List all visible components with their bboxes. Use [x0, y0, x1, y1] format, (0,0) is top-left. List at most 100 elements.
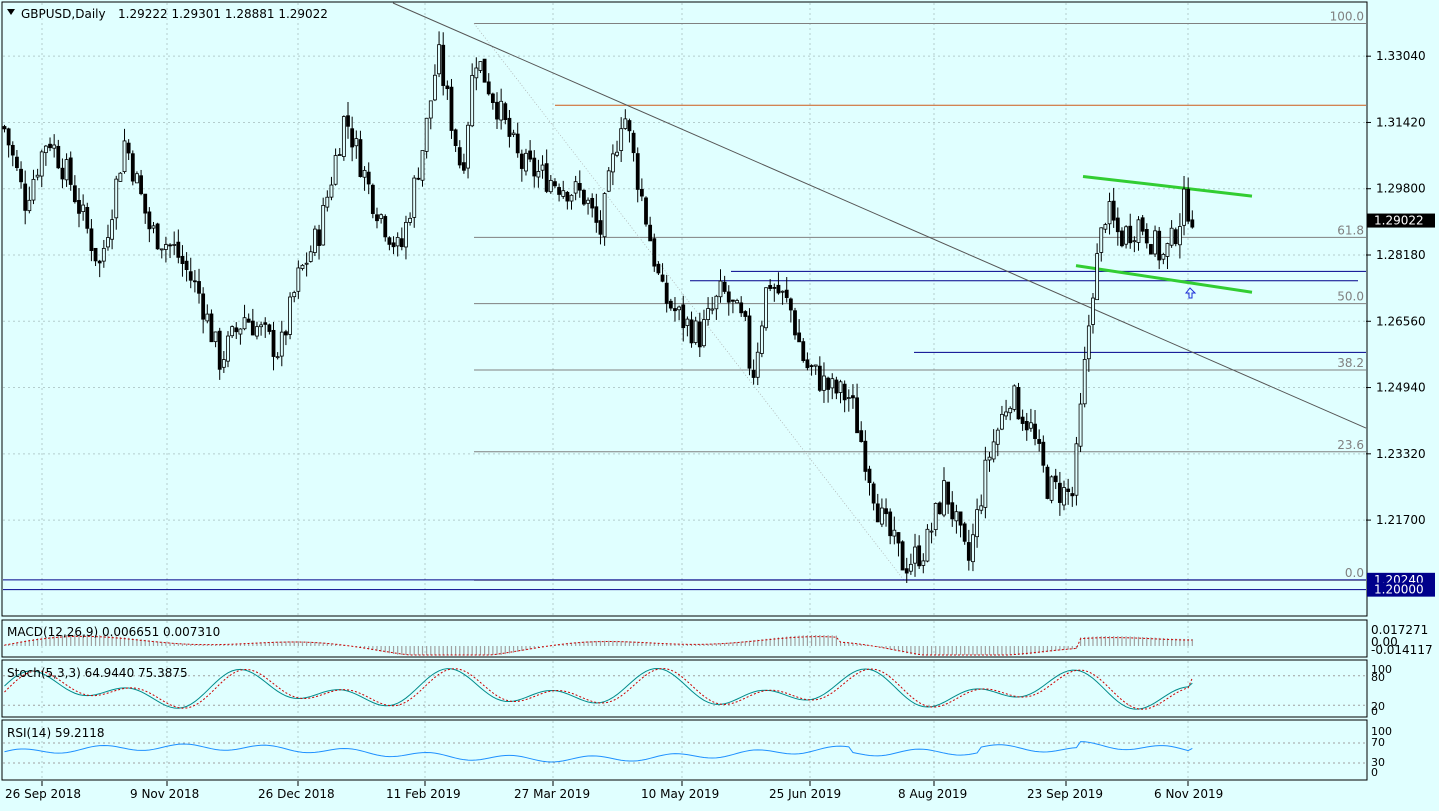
candle-body	[461, 162, 466, 171]
candle-body	[925, 528, 930, 562]
candle-body	[139, 175, 143, 195]
candle-body	[48, 143, 52, 149]
candle-body	[793, 310, 797, 336]
candle-body	[900, 541, 905, 571]
chart-menu-dropdown-icon[interactable]	[7, 9, 15, 15]
candle-body	[644, 197, 648, 225]
indicators	[3, 634, 1366, 764]
candle-body	[391, 242, 396, 248]
candle-body	[221, 359, 226, 368]
candle-body	[387, 237, 392, 245]
stoch-tick-label: 0	[1371, 705, 1378, 718]
candle-body	[441, 44, 446, 86]
candle-body	[10, 144, 15, 156]
candle-body	[288, 296, 292, 335]
candle-body	[532, 157, 537, 177]
chart-window[interactable]: 100.0 61.8 50.0 38.2 23.6 0.0 1.33040 1.31420 1…	[0, 0, 1439, 807]
candle-body	[731, 299, 735, 302]
candle-body	[1169, 227, 1174, 246]
candle-body	[428, 100, 433, 119]
candle-body	[615, 151, 619, 156]
candle-body	[971, 534, 975, 563]
candle-body	[697, 321, 702, 348]
candle-body	[445, 85, 450, 90]
candle-body	[39, 151, 44, 177]
candle-body	[1029, 422, 1033, 429]
fibonacci-levels: 100.0 61.8 50.0 38.2 23.6 0.0	[473, 9, 1366, 581]
chart-canvas[interactable]: 100.0 61.8 50.0 38.2 23.6 0.0 1.33040 1.31420 1…	[0, 0, 1439, 807]
candle-body	[1033, 423, 1037, 439]
candle-body	[300, 264, 305, 269]
candle-body	[217, 330, 222, 370]
candle-body	[714, 295, 719, 310]
y-axis-tick-label: 1.31420	[1376, 115, 1426, 129]
candle-body	[983, 459, 988, 508]
x-axis-date-label: 23 Sep 2019	[1027, 787, 1103, 801]
candle-body	[904, 568, 909, 574]
candle-body	[764, 287, 768, 329]
candle-body	[776, 284, 781, 294]
candle-body	[19, 168, 23, 183]
candle-body	[482, 58, 487, 83]
candle-body	[826, 377, 831, 390]
candle-body	[892, 529, 897, 537]
candle-body	[606, 170, 611, 192]
candle-body	[788, 298, 793, 311]
candle-body	[590, 197, 595, 209]
x-axis-date-label: 27 Mar 2019	[514, 787, 590, 801]
candle-body	[557, 187, 561, 195]
candle-body	[1165, 243, 1170, 257]
candle-body	[702, 319, 706, 347]
candle-body	[1120, 230, 1124, 247]
candle-body	[677, 306, 682, 311]
y-axis-tick-label: 1.33040	[1376, 49, 1426, 63]
candle-body	[685, 318, 690, 326]
candle-body	[1190, 219, 1195, 228]
candle-body	[296, 267, 301, 292]
candle-body	[172, 244, 177, 246]
y-axis-tick-label: 1.28180	[1376, 248, 1426, 262]
candle-body	[490, 93, 495, 104]
candle-body	[908, 563, 913, 572]
candle-body	[726, 291, 731, 303]
candle-body	[871, 483, 876, 504]
candle-body	[1016, 387, 1021, 420]
candle-body	[768, 285, 773, 289]
candle-body	[1149, 244, 1153, 255]
stoch-panel[interactable]	[1, 659, 1368, 718]
rsi-panel[interactable]	[1, 719, 1368, 781]
candle-body	[652, 238, 657, 267]
x-axis-date-label: 10 May 2019	[641, 787, 719, 801]
candle-body	[176, 241, 181, 258]
candle-body	[1037, 439, 1042, 444]
candle-body	[470, 75, 475, 127]
candle-body	[375, 214, 379, 222]
candle-body	[859, 430, 864, 443]
channel-upper-line	[1082, 174, 1253, 198]
candle-body	[635, 153, 640, 190]
candle-body	[995, 429, 1000, 445]
candle-body	[1115, 217, 1120, 233]
candle-body	[143, 193, 148, 214]
candle-body	[664, 282, 669, 304]
horizontal-levels	[3, 104, 1366, 591]
candle-body	[855, 397, 859, 434]
candle-body	[457, 147, 462, 166]
x-axis-date-label: 26 Sep 2018	[5, 787, 81, 801]
candle-body	[1157, 230, 1162, 261]
candle-body	[230, 326, 235, 337]
candle-body	[321, 205, 326, 246]
candle-body	[797, 332, 802, 343]
candle-body	[1020, 416, 1025, 424]
candle-body	[259, 324, 264, 328]
candle-body	[271, 329, 276, 357]
candle-body	[544, 163, 549, 192]
x-axis-date-label: 6 Nov 2019	[1154, 787, 1223, 801]
y-axis-tick-label: 1.29800	[1376, 182, 1426, 196]
candle-body	[1140, 217, 1145, 232]
fib-level-label: 0.0	[1345, 566, 1364, 580]
candle-body	[1186, 188, 1191, 222]
candle-body	[1057, 482, 1062, 503]
candle-body	[822, 375, 826, 391]
candle-body	[93, 247, 98, 262]
